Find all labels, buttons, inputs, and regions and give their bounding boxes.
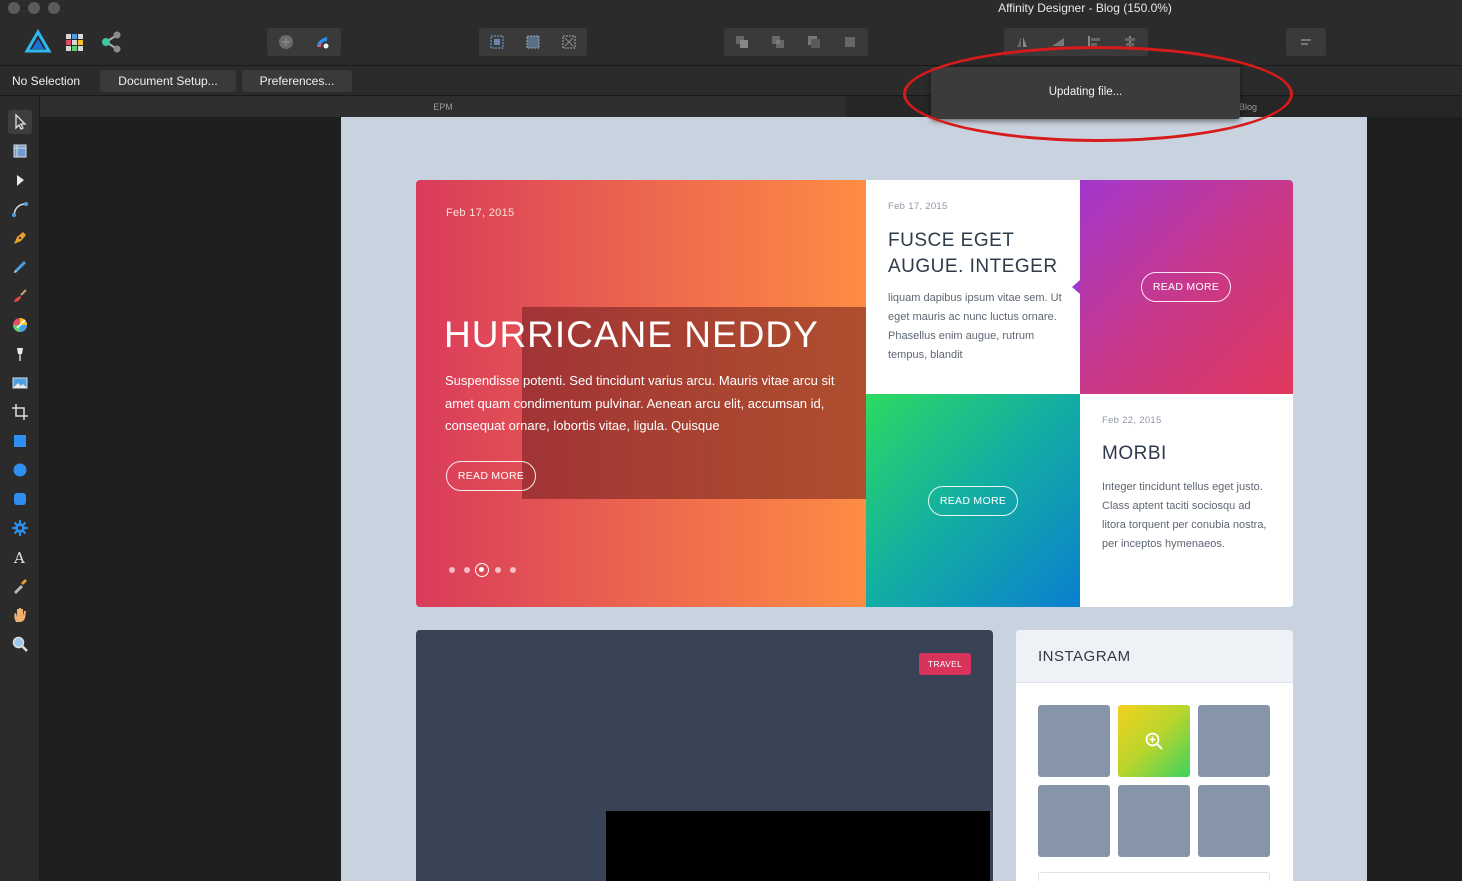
- selection-status: No Selection: [12, 74, 81, 88]
- slider-dot[interactable]: [464, 567, 470, 573]
- post-card-fusce[interactable]: Feb 17, 2015 FUSCE EGET AUGUE. INTEGER l…: [866, 180, 1080, 394]
- hide-selection-icon[interactable]: [269, 28, 303, 56]
- hero-read-more-button[interactable]: READ MORE: [446, 461, 536, 491]
- zoom-icon[interactable]: [8, 632, 32, 656]
- title-bar: Affinity Designer - Blog (150.0%): [0, 0, 1462, 16]
- panel-toggle-icon[interactable]: [1289, 28, 1323, 56]
- move-to-back-icon[interactable]: [797, 28, 831, 56]
- artboard-icon[interactable]: [8, 139, 32, 163]
- video-card[interactable]: TRAVEL: [416, 630, 993, 881]
- post-title: MORBI: [1102, 443, 1167, 464]
- eyedropper-icon[interactable]: [8, 574, 32, 598]
- artboard-blog[interactable]: Feb 17, 2015 HURRICANE NEDDY Suspendisse…: [341, 117, 1367, 881]
- transform-icon[interactable]: [552, 28, 586, 56]
- post1-read-more-button[interactable]: READ MORE: [1141, 272, 1231, 302]
- move-to-front-icon[interactable]: [833, 28, 867, 56]
- post-date: Feb 22, 2015: [1102, 415, 1162, 426]
- slider-dot[interactable]: [449, 567, 455, 573]
- svg-text:A: A: [13, 549, 25, 566]
- select-all-icon[interactable]: [516, 28, 550, 56]
- text-icon[interactable]: A: [8, 545, 32, 569]
- hero-date: Feb 17, 2015: [446, 207, 515, 219]
- snapping-icon[interactable]: [305, 28, 339, 56]
- post-excerpt: liquam dapibus ipsum vitae sem. Ut eget …: [888, 292, 1062, 361]
- hero-text: Suspendisse potenti. Sed tincidunt variu…: [445, 373, 835, 433]
- brush-icon[interactable]: [8, 284, 32, 308]
- pen-icon[interactable]: [8, 226, 32, 250]
- move-forward-icon[interactable]: [761, 28, 795, 56]
- instagram-thumbnail[interactable]: [1038, 785, 1110, 857]
- hero-title: HURRICANE NEDDY: [444, 314, 819, 355]
- window-title: Affinity Designer - Blog (150.0%): [998, 1, 1172, 15]
- cog-shape-icon[interactable]: [8, 516, 32, 540]
- node-icon[interactable]: [8, 168, 32, 192]
- post-title-line1: FUSCE EGET: [888, 230, 1015, 251]
- post2-read-more-button[interactable]: READ MORE: [928, 486, 1018, 516]
- studio-toolbar-group: [1286, 28, 1326, 56]
- instagram-header: INSTAGRAM: [1016, 630, 1293, 683]
- post-excerpt: Integer tincidunt tellus eget justo. Cla…: [1102, 481, 1267, 550]
- minimize-window-button[interactable]: [28, 2, 40, 14]
- pointer-arrow: [1072, 280, 1080, 294]
- slider-dot-active[interactable]: [475, 563, 489, 577]
- instagram-thumbnail[interactable]: [1118, 785, 1190, 857]
- post-date: Feb 17, 2015: [888, 201, 948, 212]
- order-toolbar-group: [724, 28, 868, 56]
- post-image-green[interactable]: READ MORE: [866, 394, 1088, 607]
- instagram-thumbnail[interactable]: [1198, 705, 1270, 777]
- fill-icon[interactable]: [8, 313, 32, 337]
- zoom-window-button[interactable]: [48, 2, 60, 14]
- pencil-icon[interactable]: [8, 255, 32, 279]
- main-toolbar: [0, 16, 1462, 66]
- hand-icon[interactable]: [8, 603, 32, 627]
- post-image-purple[interactable]: READ MORE: [1072, 180, 1293, 394]
- transparency-icon[interactable]: [8, 342, 32, 366]
- canvas[interactable]: Feb 17, 2015 HURRICANE NEDDY Suspendisse…: [40, 117, 1462, 881]
- instagram-title: INSTAGRAM: [1038, 648, 1131, 665]
- close-window-button[interactable]: [8, 2, 20, 14]
- ellipse-icon[interactable]: [8, 458, 32, 482]
- post-title-line2: AUGUE. INTEGER: [888, 256, 1058, 277]
- rectangle-icon[interactable]: [8, 429, 32, 453]
- affinity-designer-window: Affinity Designer - Blog (150.0%) No Sel…: [0, 0, 1462, 881]
- corner-icon[interactable]: [8, 197, 32, 221]
- tools-panel: A: [0, 96, 40, 881]
- zoom-in-icon: [1145, 732, 1163, 750]
- select-icon[interactable]: [480, 28, 514, 56]
- slider-dot[interactable]: [510, 567, 516, 573]
- export-persona-icon[interactable]: [98, 28, 126, 56]
- slider-dot[interactable]: [495, 567, 501, 573]
- rounded-rectangle-icon[interactable]: [8, 487, 32, 511]
- crop-icon[interactable]: [8, 400, 32, 424]
- designer-persona-icon[interactable]: [24, 28, 52, 56]
- travel-badge[interactable]: TRAVEL: [919, 653, 971, 675]
- tab-epm[interactable]: EPM: [40, 96, 846, 117]
- image-icon[interactable]: [8, 371, 32, 395]
- move-back-icon[interactable]: [725, 28, 759, 56]
- pixel-persona-icon[interactable]: [60, 28, 88, 56]
- document-setup-button[interactable]: Document Setup...: [100, 70, 236, 92]
- instagram-thumbnail[interactable]: [1038, 705, 1110, 777]
- instagram-thumbnail[interactable]: [1198, 785, 1270, 857]
- instagram-thumbnail-hover[interactable]: [1118, 705, 1190, 777]
- video-placeholder: [606, 811, 990, 881]
- assistant-toolbar-group: [267, 28, 341, 56]
- instagram-widget: INSTAGRAM: [1016, 630, 1293, 881]
- post-card-morbi[interactable]: Feb 22, 2015 MORBI Integer tincidunt tel…: [1080, 394, 1293, 607]
- preferences-button[interactable]: Preferences...: [242, 70, 352, 92]
- move-icon[interactable]: [8, 110, 32, 134]
- arrange-toolbar-group: [479, 28, 587, 56]
- highlight-annotation: [903, 46, 1293, 142]
- instagram-input[interactable]: [1038, 872, 1270, 881]
- hero-slider[interactable]: Feb 17, 2015 HURRICANE NEDDY Suspendisse…: [416, 180, 866, 607]
